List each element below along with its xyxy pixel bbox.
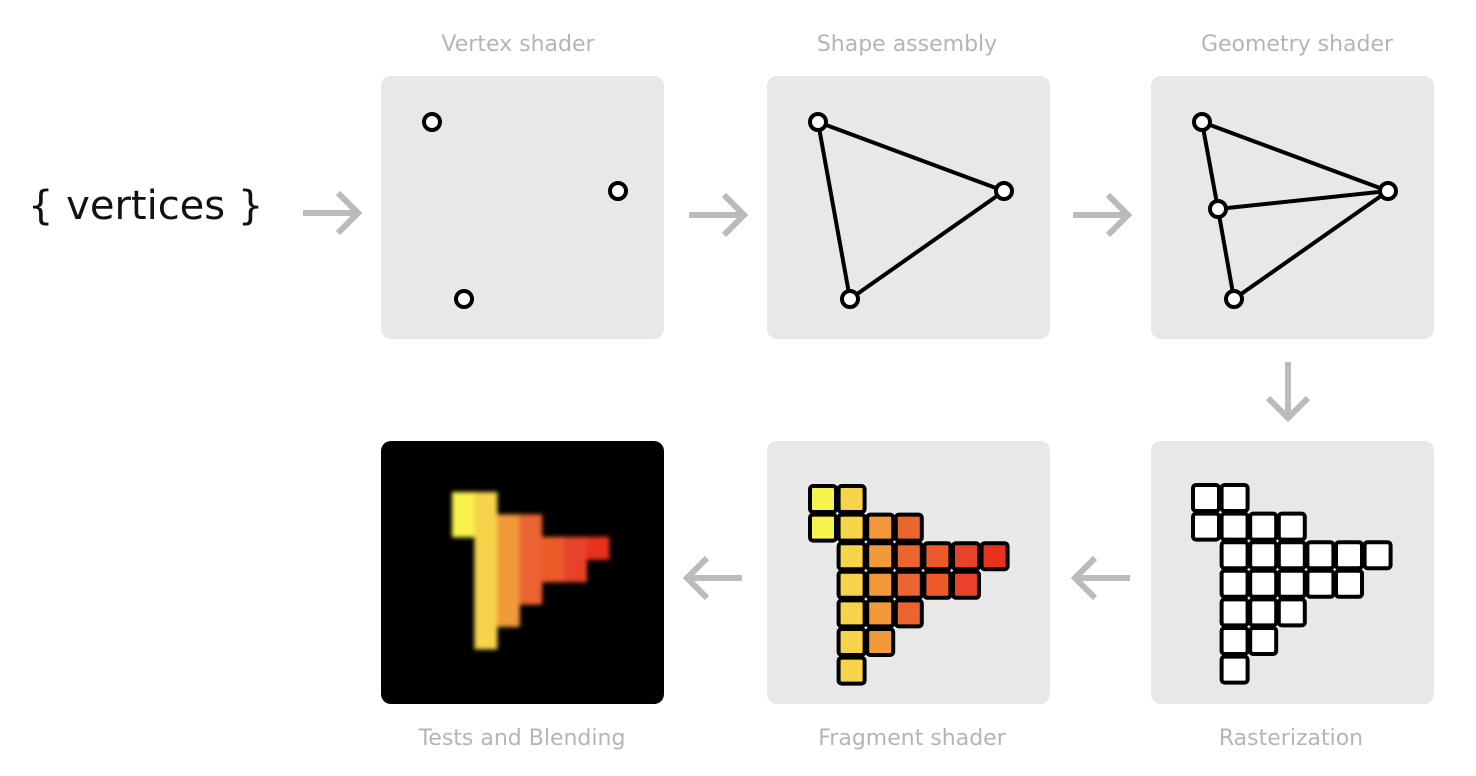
pixel-cell — [1219, 626, 1250, 656]
blended-pixel — [496, 514, 520, 538]
pixel-cell — [808, 484, 838, 514]
vertex-point — [608, 181, 628, 201]
pixel-cell — [1248, 626, 1279, 656]
pixel-cell — [1219, 654, 1250, 685]
pixel-cell — [951, 569, 981, 600]
arrow-right-icon — [689, 192, 749, 238]
pixel-cell — [836, 512, 867, 543]
pixel-cell — [922, 569, 953, 600]
blended-pixel — [496, 559, 520, 583]
blended-pixel — [452, 514, 475, 538]
blended-pixel — [474, 492, 498, 515]
vertex-point — [454, 289, 474, 309]
fragment-grid — [808, 484, 1010, 686]
pixel-cell — [1248, 511, 1279, 542]
pixel-cell — [1276, 568, 1307, 599]
edge-line — [816, 121, 852, 300]
arrow-right-icon — [303, 190, 363, 236]
pixel-cell — [893, 598, 924, 629]
pixel-cell — [836, 655, 867, 686]
pixel-cell — [836, 484, 867, 514]
pixel-cell — [1305, 540, 1336, 571]
vertex-point — [1224, 289, 1244, 309]
vertex-point — [840, 289, 860, 309]
pixel-cell — [1276, 511, 1307, 542]
edge-line — [1200, 121, 1220, 210]
edge-line — [1216, 208, 1236, 300]
blended-pixel — [519, 581, 543, 605]
blended-pixel — [474, 559, 498, 583]
pixel-cell — [808, 512, 838, 543]
pixel-cell — [1191, 511, 1221, 542]
blended-pixel — [519, 536, 543, 560]
blended-pixel — [564, 536, 587, 560]
pixel-cell — [836, 627, 867, 657]
blended-pixel — [519, 514, 543, 538]
pixel-cell — [893, 512, 924, 543]
blended-pixel — [452, 492, 475, 515]
pixel-cell — [836, 569, 867, 600]
vertex-point — [994, 181, 1014, 201]
raster-grid — [1191, 483, 1393, 685]
pixel-cell — [1219, 483, 1250, 513]
blended-pixel — [541, 559, 565, 583]
pixel-cell — [1276, 540, 1307, 571]
blended-pixel — [519, 559, 543, 583]
vertex-point — [1378, 181, 1398, 201]
edge-line — [1201, 120, 1389, 193]
pixel-cell — [1219, 540, 1250, 571]
pixel-cell — [1219, 511, 1250, 542]
pixel-cell — [1334, 568, 1364, 599]
pixel-cell — [1191, 483, 1221, 513]
edge-line — [1232, 189, 1390, 301]
edge-line — [817, 120, 1005, 193]
pixel-cell — [979, 541, 1010, 572]
pixel-cell — [922, 541, 953, 572]
arrow-left-icon — [682, 555, 742, 601]
vertex-point — [808, 112, 828, 132]
blended-pixel — [496, 536, 520, 560]
blended-output — [452, 492, 610, 650]
vertex-point — [1192, 112, 1212, 132]
pixel-cell — [951, 541, 981, 572]
blended-pixel — [541, 536, 565, 560]
blended-pixel — [474, 626, 498, 650]
pixel-cell — [865, 512, 896, 543]
pixel-cell — [893, 541, 924, 572]
pixel-cell — [1248, 597, 1279, 628]
pipeline-diagram — [303, 112, 1398, 686]
pixel-cell — [1248, 540, 1279, 571]
pixel-cell — [1248, 568, 1279, 599]
pixel-cell — [893, 569, 924, 600]
blended-pixel — [474, 536, 498, 560]
pixel-cell — [1362, 540, 1393, 571]
pixel-cell — [865, 598, 896, 629]
pixel-cell — [865, 627, 896, 657]
blended-pixel — [586, 536, 610, 560]
blended-pixel — [474, 604, 498, 627]
arrow-left-icon — [1070, 555, 1130, 601]
pixel-cell — [1219, 597, 1250, 628]
arrow-right-icon — [1073, 192, 1133, 238]
vertex-point — [1208, 199, 1228, 219]
pixel-cell — [865, 569, 896, 600]
pixel-cell — [1334, 540, 1364, 571]
pixel-cell — [1219, 568, 1250, 599]
arrow-down-icon — [1265, 362, 1311, 423]
edge-line — [1217, 189, 1389, 211]
blended-pixel — [474, 581, 498, 605]
blended-pixel — [496, 604, 520, 627]
blended-pixel — [474, 514, 498, 538]
pixel-cell — [836, 541, 867, 572]
edge-line — [848, 189, 1006, 301]
pixel-cell — [865, 541, 896, 572]
pixel-cell — [1276, 597, 1307, 628]
blended-pixel — [564, 559, 587, 583]
pixel-cell — [1305, 568, 1336, 599]
vertex-point — [422, 112, 442, 132]
pixel-cell — [836, 598, 867, 629]
blended-pixel — [496, 581, 520, 605]
